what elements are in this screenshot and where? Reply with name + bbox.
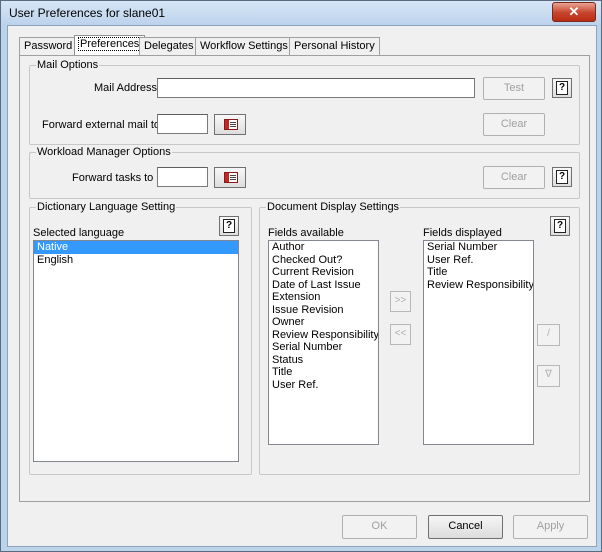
list-item[interactable]: English [34, 254, 238, 267]
title-bar[interactable]: User Preferences for slane01 ✕ [1, 1, 601, 25]
list-item[interactable]: Review Responsibility [424, 279, 533, 292]
tab-label: Password [24, 40, 73, 52]
list-item[interactable]: Title [269, 366, 378, 379]
dictionary-language-legend: Dictionary Language Setting [36, 201, 177, 213]
test-button-label: Test [503, 82, 525, 94]
tab-workflow-settings[interactable]: Workflow Settings [195, 37, 293, 55]
list-item[interactable]: Status [269, 354, 378, 367]
forward-mail-lookup-button[interactable] [214, 114, 246, 135]
mail-address-input[interactable] [157, 78, 475, 98]
help-icon: ? [556, 81, 568, 95]
forward-tasks-label: Forward tasks to [72, 172, 154, 184]
test-button[interactable]: Test [483, 77, 545, 100]
move-down-icon: ∇ [545, 369, 552, 380]
tab-label: Workflow Settings [200, 40, 288, 52]
apply-button[interactable]: Apply [513, 515, 588, 539]
list-item[interactable]: Title [424, 266, 533, 279]
move-up-button[interactable]: / [537, 324, 560, 346]
clear-button-label: Clear [500, 118, 528, 130]
list-item[interactable]: Issue Revision [269, 304, 378, 317]
remove-field-button[interactable]: << [390, 324, 411, 345]
tab-personal-history[interactable]: Personal History [289, 37, 380, 55]
workload-help-button[interactable]: ? [552, 167, 572, 187]
forward-tasks-lookup-button[interactable] [214, 167, 246, 188]
language-listbox[interactable]: Native English [33, 240, 239, 462]
cancel-button[interactable]: Cancel [428, 515, 503, 539]
workload-options-legend: Workload Manager Options [36, 146, 172, 158]
move-down-button[interactable]: ∇ [537, 365, 560, 387]
forward-mail-label: Forward external mail to [42, 119, 160, 131]
list-item[interactable]: User Ref. [424, 254, 533, 267]
close-icon: ✕ [568, 4, 580, 19]
list-item[interactable]: Author [269, 241, 378, 254]
tab-delegates[interactable]: Delegates [139, 37, 199, 55]
list-item[interactable]: Current Revision [269, 266, 378, 279]
workload-options-group: Workload Manager Options Forward tasks t… [29, 146, 580, 199]
mail-help-button[interactable]: ? [552, 78, 572, 98]
list-item[interactable]: Owner [269, 316, 378, 329]
mail-address-label: Mail Address [94, 82, 157, 94]
list-item[interactable]: Checked Out? [269, 254, 378, 267]
help-icon: ? [554, 219, 566, 233]
tab-preferences[interactable]: Preferences [74, 35, 146, 56]
tab-password[interactable]: Password [19, 37, 78, 55]
document-display-group: Document Display Settings ? Fields avail… [259, 201, 580, 475]
ok-button[interactable]: OK [342, 515, 417, 539]
document-help-button[interactable]: ? [550, 216, 570, 236]
apply-button-label: Apply [536, 520, 565, 532]
list-item[interactable]: User Ref. [269, 379, 378, 392]
list-item[interactable]: Serial Number [424, 241, 533, 254]
dialog-client: Password Preferences Delegates Workflow … [7, 25, 597, 547]
clear-button-label: Clear [500, 171, 528, 183]
fields-available-listbox[interactable]: Author Checked Out? Current Revision Dat… [268, 240, 379, 445]
address-book-icon [224, 119, 238, 130]
tab-label: Personal History [294, 40, 375, 52]
close-button[interactable]: ✕ [552, 2, 596, 22]
list-item[interactable]: Serial Number [269, 341, 378, 354]
mail-options-group: Mail Options Mail Address Test ? Forward… [29, 59, 580, 145]
fields-available-label: Fields available [268, 227, 344, 239]
ok-button-label: OK [371, 520, 388, 532]
list-item[interactable]: Native [34, 241, 238, 254]
dictionary-language-group: Dictionary Language Setting ? Selected l… [29, 201, 252, 475]
selected-language-label: Selected language [33, 227, 125, 239]
move-left-icon: << [394, 328, 407, 339]
workload-clear-button[interactable]: Clear [483, 166, 545, 189]
help-icon: ? [556, 170, 568, 184]
tab-label: Delegates [144, 40, 194, 52]
forward-mail-input[interactable] [157, 114, 208, 134]
window-title: User Preferences for slane01 [9, 6, 166, 20]
cancel-button-label: Cancel [448, 520, 483, 532]
help-icon: ? [223, 219, 235, 233]
fields-displayed-listbox[interactable]: Serial Number User Ref. Title Review Res… [423, 240, 534, 445]
forward-tasks-input[interactable] [157, 167, 208, 187]
list-item[interactable]: Review Responsibility [269, 329, 378, 342]
tab-label: Preferences [77, 37, 142, 51]
add-field-button[interactable]: >> [390, 291, 411, 312]
address-book-icon [224, 172, 238, 183]
list-item[interactable]: Extension [269, 291, 378, 304]
fields-displayed-label: Fields displayed [423, 227, 502, 239]
document-display-legend: Document Display Settings [266, 201, 401, 213]
move-up-icon: / [547, 328, 550, 339]
move-right-icon: >> [394, 295, 407, 306]
list-item[interactable]: Date of Last Issue [269, 279, 378, 292]
mail-options-legend: Mail Options [36, 59, 100, 71]
preferences-panel: Mail Options Mail Address Test ? Forward… [19, 55, 590, 502]
dialog-window: User Preferences for slane01 ✕ Password … [0, 0, 602, 552]
dictionary-help-button[interactable]: ? [219, 216, 239, 236]
mail-clear-button[interactable]: Clear [483, 113, 545, 136]
